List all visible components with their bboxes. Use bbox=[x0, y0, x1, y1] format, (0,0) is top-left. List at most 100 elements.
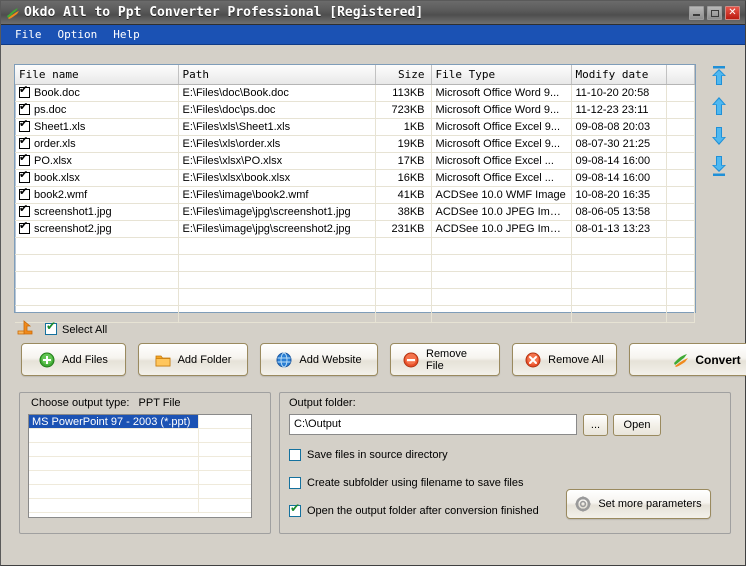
row-checkbox[interactable] bbox=[19, 118, 30, 132]
reorder-toolbar bbox=[704, 64, 734, 313]
cell-modify-date: 08-06-05 13:58 bbox=[571, 203, 667, 221]
close-button[interactable]: ✕ bbox=[725, 5, 740, 20]
maximize-button[interactable] bbox=[707, 5, 722, 20]
menu-option[interactable]: Option bbox=[50, 26, 106, 43]
create-subfolder-checkbox[interactable]: Create subfolder using filename to save … bbox=[289, 477, 523, 489]
table-row[interactable]: book2.wmf E:\Files\image\book2.wmf41KBACD… bbox=[15, 186, 695, 204]
cell-file-name-text: screenshot1.jpg bbox=[34, 205, 112, 218]
cell-path: E:\Files\image\jpg\screenshot1.jpg bbox=[178, 203, 376, 221]
cell-file-type: ACDSee 10.0 JPEG Image bbox=[431, 220, 572, 238]
add-files-button[interactable]: Add Files bbox=[21, 343, 126, 376]
table-row[interactable]: Sheet1.xls E:\Files\xls\Sheet1.xls1KBMicr… bbox=[15, 118, 695, 136]
table-row[interactable]: screenshot2.jpg E:\Files\image\jpg\screen… bbox=[15, 220, 695, 238]
output-type-option[interactable]: MS PowerPoint 97 - 2003 (*.ppt) bbox=[29, 415, 251, 429]
browse-folder-button[interactable]: ... bbox=[583, 414, 608, 436]
table-row[interactable]: screenshot1.jpg E:\Files\image\jpg\screen… bbox=[15, 203, 695, 221]
save-in-source-checkbox[interactable]: Save files in source directory bbox=[289, 449, 448, 461]
cell-empty bbox=[375, 254, 432, 272]
output-type-empty-row bbox=[29, 485, 251, 499]
cell-modify-date: 11-12-23 23:11 bbox=[571, 101, 667, 119]
file-list-table: File name Path Size File Type Modify dat… bbox=[15, 65, 695, 323]
cell-empty bbox=[15, 288, 179, 306]
column-header-file-type[interactable]: File Type bbox=[431, 65, 572, 85]
row-checkbox[interactable] bbox=[19, 220, 30, 234]
cell-blank bbox=[666, 84, 695, 102]
output-type-list[interactable]: MS PowerPoint 97 - 2003 (*.ppt) bbox=[28, 414, 252, 518]
create-subfolder-label: Create subfolder using filename to save … bbox=[307, 477, 524, 489]
table-row[interactable]: order.xls E:\Files\xls\order.xls19KBMicro… bbox=[15, 135, 695, 153]
remove-all-label: Remove All bbox=[548, 353, 604, 366]
cell-blank bbox=[666, 101, 695, 119]
cell-file-type: Microsoft Office Word 9... bbox=[431, 101, 572, 119]
set-more-parameters-button[interactable]: Set more parameters bbox=[566, 489, 711, 519]
minimize-button[interactable] bbox=[689, 5, 704, 20]
column-header-size[interactable]: Size bbox=[375, 65, 432, 85]
save-in-source-box[interactable] bbox=[289, 449, 301, 461]
column-header-blank[interactable] bbox=[666, 65, 695, 85]
cell-file-name: PO.xlsx bbox=[15, 152, 179, 170]
move-down-arrow-icon[interactable] bbox=[706, 124, 732, 148]
row-checkbox[interactable] bbox=[19, 169, 30, 183]
row-checkbox[interactable] bbox=[19, 101, 30, 115]
cell-size: 113KB bbox=[375, 84, 432, 102]
convert-button[interactable]: Convert bbox=[629, 343, 746, 376]
cell-path: E:\Files\doc\ps.doc bbox=[178, 101, 376, 119]
cell-file-name: Book.doc bbox=[15, 84, 179, 102]
menu-file[interactable]: File bbox=[7, 26, 50, 43]
cell-empty bbox=[15, 271, 179, 289]
table-row[interactable]: ps.doc E:\Files\doc\ps.doc723KBMicrosoft … bbox=[15, 101, 695, 119]
open-after-conversion-label: Open the output folder after conversion … bbox=[307, 505, 539, 517]
save-in-source-label: Save files in source directory bbox=[307, 449, 448, 461]
cell-empty bbox=[666, 237, 695, 255]
row-checkbox[interactable] bbox=[19, 152, 30, 166]
move-to-top-arrow-icon[interactable] bbox=[706, 64, 732, 88]
cell-modify-date: 08-01-13 13:23 bbox=[571, 220, 667, 238]
add-website-button[interactable]: Add Website bbox=[260, 343, 378, 376]
column-header-path[interactable]: Path bbox=[178, 65, 376, 85]
move-up-arrow-icon[interactable] bbox=[706, 94, 732, 118]
row-checkbox[interactable] bbox=[19, 84, 30, 98]
column-header-modify-date[interactable]: Modify date bbox=[571, 65, 667, 85]
remove-all-button[interactable]: Remove All bbox=[512, 343, 617, 376]
select-all-checkbox[interactable]: Select All bbox=[45, 320, 107, 336]
file-list-header-row: File name Path Size File Type Modify dat… bbox=[15, 65, 695, 85]
red-x-circle-icon bbox=[525, 352, 541, 368]
output-folder-input[interactable]: C:\Output bbox=[289, 414, 577, 435]
cell-path: E:\Files\xlsx\book.xlsx bbox=[178, 169, 376, 187]
cell-empty bbox=[666, 305, 695, 323]
row-checkbox[interactable] bbox=[19, 203, 30, 217]
move-to-bottom-arrow-icon[interactable] bbox=[706, 154, 732, 178]
table-row[interactable]: book.xlsx E:\Files\xlsx\book.xlsx16KBMicr… bbox=[15, 169, 695, 187]
cell-empty bbox=[571, 288, 667, 306]
table-row-empty bbox=[15, 254, 695, 272]
table-row[interactable]: Book.doc E:\Files\doc\Book.doc113KBMicros… bbox=[15, 84, 695, 102]
application-window: Okdo All to Ppt Converter Professional [… bbox=[0, 0, 746, 566]
cell-file-name-text: screenshot2.jpg bbox=[34, 222, 112, 235]
open-folder-button[interactable]: Open bbox=[613, 414, 661, 436]
output-type-label: Choose output type: PPT File bbox=[31, 397, 181, 409]
cell-file-name: Sheet1.xls bbox=[15, 118, 179, 136]
cell-empty bbox=[571, 254, 667, 272]
select-all-box[interactable] bbox=[45, 320, 57, 335]
file-list[interactable]: File name Path Size File Type Modify dat… bbox=[14, 64, 696, 323]
add-folder-button[interactable]: Add Folder bbox=[138, 343, 248, 376]
convert-swoosh-icon bbox=[672, 352, 689, 368]
cell-modify-date: 09-08-14 16:00 bbox=[571, 169, 667, 187]
row-checkbox[interactable] bbox=[19, 186, 30, 200]
cell-file-type: Microsoft Office Word 9... bbox=[431, 84, 572, 102]
menu-help[interactable]: Help bbox=[105, 26, 148, 43]
row-checkbox[interactable] bbox=[19, 135, 30, 149]
table-row[interactable]: PO.xlsx E:\Files\xlsx\PO.xlsx17KBMicrosof… bbox=[15, 152, 695, 170]
output-type-empty-row bbox=[29, 471, 251, 485]
cell-path: E:\Files\doc\Book.doc bbox=[178, 84, 376, 102]
title-bar: Okdo All to Ppt Converter Professional [… bbox=[1, 1, 745, 25]
create-subfolder-box[interactable] bbox=[289, 477, 301, 489]
cell-empty bbox=[375, 305, 432, 323]
open-after-conversion-box[interactable] bbox=[289, 502, 301, 517]
cell-file-type: Microsoft Office Excel ... bbox=[431, 169, 572, 187]
orange-up-arrow-icon[interactable] bbox=[17, 320, 35, 339]
cell-path: E:\Files\image\book2.wmf bbox=[178, 186, 376, 204]
remove-file-button[interactable]: Remove File bbox=[390, 343, 500, 376]
open-after-conversion-checkbox[interactable]: Open the output folder after conversion … bbox=[289, 502, 539, 517]
column-header-file-name[interactable]: File name bbox=[15, 65, 179, 85]
